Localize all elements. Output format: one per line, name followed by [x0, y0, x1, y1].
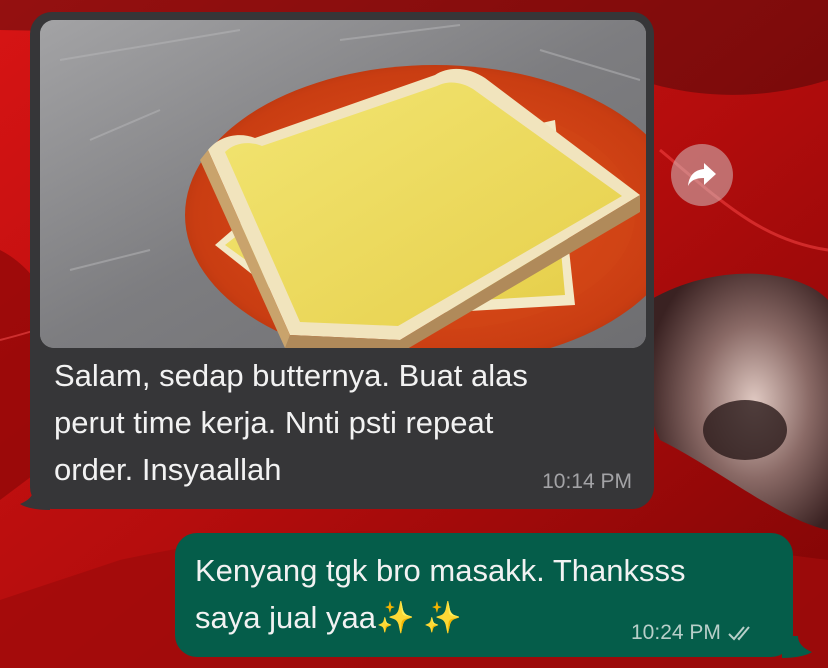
- incoming-message-text: Salam, sedap butternya. Buat alas perut …: [54, 358, 528, 487]
- outgoing-bubble-tail: [782, 636, 812, 658]
- forward-arrow-icon: [688, 163, 716, 186]
- incoming-message-time: 10:14 PM: [542, 470, 632, 493]
- message-photo-butter-toast[interactable]: [40, 20, 646, 348]
- outgoing-message-time: 10:24 PM: [631, 621, 721, 644]
- incoming-message-bubble[interactable]: Salam, sedap butternya. Buat alas perut …: [30, 12, 654, 509]
- outgoing-message-bubble[interactable]: Kenyang tgk bro masakk. Thanksss saya ju…: [175, 533, 793, 657]
- outgoing-message-meta: 10:24 PM: [631, 621, 757, 645]
- double-check-icon: [728, 626, 750, 641]
- forward-button[interactable]: [671, 144, 733, 206]
